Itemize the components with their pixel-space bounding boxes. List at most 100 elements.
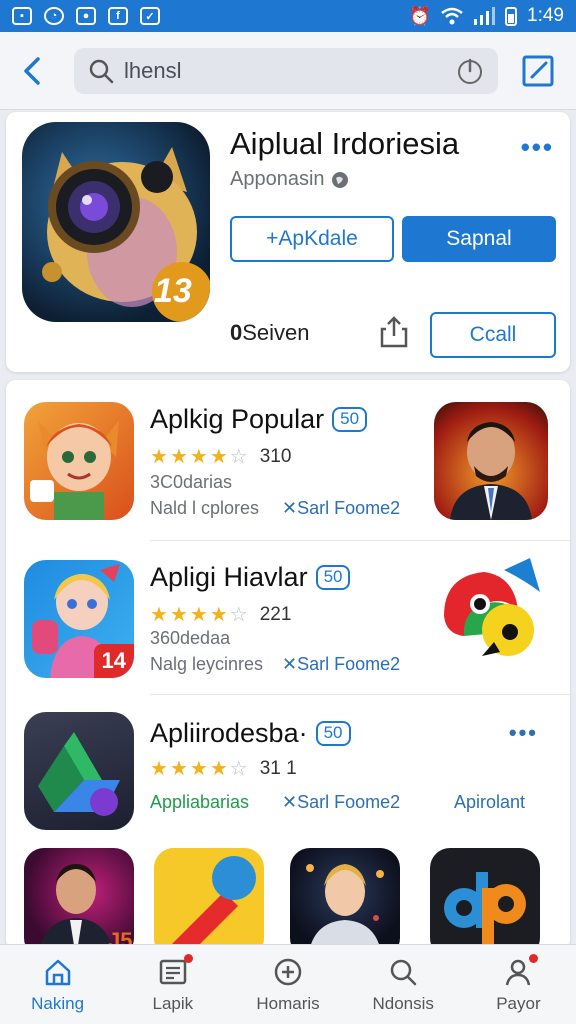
signal-icon [474, 7, 496, 25]
featured-count-label: Seiven [242, 320, 310, 345]
star-icon: ★ [189, 604, 208, 626]
app-icon[interactable] [434, 402, 548, 520]
app-icon[interactable] [430, 848, 540, 950]
featured-primary-button[interactable]: Sapnal [402, 216, 556, 262]
check-icon: ✓ [140, 7, 160, 25]
tab-label: Lapik [152, 993, 194, 1013]
featured-app-icon[interactable]: 13 [22, 122, 210, 322]
app-icon-badge: 14 [93, 644, 134, 678]
rating-value: 310 [259, 445, 292, 467]
notification-dot [183, 953, 193, 963]
app-icon[interactable] [154, 848, 264, 950]
tab-profile[interactable]: Payor [461, 945, 576, 1024]
featured-app-subtitle: Apponasin [230, 168, 349, 191]
news-icon: f [108, 7, 128, 25]
app-meta: 360dedaa [150, 628, 231, 648]
chat-icon: ● [76, 7, 96, 25]
battery-icon [505, 7, 518, 26]
star-icon: ★ [169, 604, 188, 626]
app-badge: 50 [332, 407, 368, 432]
featured-count: 0Seiven [230, 320, 310, 346]
rating-value: 221 [259, 603, 292, 625]
star-icon: ★ [150, 604, 168, 626]
search-icon [390, 959, 417, 985]
recommended-icons-row: J5 [6, 848, 570, 950]
rating-stars: ★ ★ ★ ★ ☆ 310 [150, 444, 291, 469]
list-icon [159, 959, 187, 984]
app-category: Appliabarias [150, 792, 250, 812]
app-icon[interactable]: 14 [24, 560, 134, 678]
app-developer[interactable]: ✕Sarl Foome2 [282, 792, 400, 813]
divider [150, 540, 570, 541]
chevron-left-icon [24, 56, 40, 85]
app-description: Nalg leycinres [150, 654, 264, 674]
more-options-icon[interactable]: ••• [509, 720, 538, 746]
compose-button[interactable] [520, 53, 556, 89]
app-icon[interactable]: J5 [24, 848, 134, 950]
share-icon [380, 316, 408, 348]
globe-icon [331, 171, 348, 188]
tab-add[interactable]: Homaris [230, 945, 345, 1024]
featured-app-title: Aiplual Irdoriesia [230, 126, 460, 161]
app-status-link[interactable]: Apirolant [454, 792, 525, 813]
tab-search[interactable]: Ndonsis [346, 945, 461, 1024]
featured-app-icon-badge: 13 [154, 272, 192, 310]
featured-app-card[interactable]: 13 Aiplual Irdoriesia Apponasin ••• +ApK… [6, 112, 570, 372]
notification-dot [529, 953, 539, 963]
list-item[interactable]: 14 Apligi Hiavlar 50 ★ ★ ★ ★ ☆ 221 360dedaa … [6, 542, 570, 698]
star-icon: ★ [150, 758, 168, 780]
tab-list[interactable]: Lapik [115, 945, 230, 1024]
share-button[interactable] [374, 312, 414, 352]
alarm-clock-icon: ⏰ [408, 5, 432, 26]
star-icon: ★ [209, 758, 228, 780]
list-item[interactable]: Aplkig Popular 50 ★ ★ ★ ★ ☆ 310 3C0darias Na… [6, 380, 570, 536]
more-options-icon[interactable]: ••• [521, 132, 554, 163]
notification-icons: ▪ ◔ ● f ✓ [12, 7, 160, 25]
star-icon: ★ [150, 446, 168, 468]
drive-icon [38, 732, 120, 816]
back-button[interactable] [14, 51, 50, 91]
app-icon[interactable] [434, 556, 548, 674]
app-icon[interactable] [290, 848, 400, 950]
tab-label: Naking [31, 993, 85, 1013]
app-badge: 50 [315, 565, 351, 590]
star-icon: ★ [189, 758, 208, 780]
star-icon: ★ [209, 604, 228, 626]
app-name: Aplkig Popular 50 [150, 404, 368, 435]
app-name: Apliirodesba· 50 [150, 718, 351, 749]
camera-icon: ▪ [12, 7, 32, 25]
alarm-icon: ◔ [44, 7, 64, 25]
star-icon: ★ [169, 446, 188, 468]
app-title: Apligi Hiavlar [150, 562, 308, 592]
app-title: Apliirodesba· [150, 718, 308, 748]
list-item[interactable]: Apliirodesba· 50 ••• ★ ★ ★ ★ ☆ 31 1 Appliaba… [6, 696, 570, 852]
search-input[interactable] [124, 57, 456, 84]
call-button[interactable]: Ccall [430, 312, 556, 358]
star-icon: ★ [169, 758, 188, 780]
star-icon: ★ [189, 446, 208, 468]
featured-secondary-button[interactable]: +ApKdale [230, 216, 394, 262]
star-empty-icon: ☆ [229, 604, 248, 626]
brush-icon [154, 848, 264, 950]
app-title: Aplkig Popular [150, 404, 325, 434]
app-icon[interactable] [24, 712, 134, 830]
search-bar[interactable] [74, 47, 498, 94]
app-meta: 3C0darias [150, 472, 233, 492]
plus-circle-icon [274, 958, 302, 985]
app-list: Aplkig Popular 50 ★ ★ ★ ★ ☆ 310 3C0darias Na… [6, 380, 570, 950]
star-icon: ★ [209, 446, 228, 468]
status-time: 1:49 [527, 5, 564, 26]
app-icon[interactable] [24, 402, 134, 520]
app-name: Apligi Hiavlar 50 [150, 562, 351, 593]
app-developer[interactable]: ✕Sarl Foome2 [282, 654, 400, 675]
rating-stars: ★ ★ ★ ★ ☆ 31 1 [150, 756, 297, 781]
app-developer[interactable]: ✕Sarl Foome2 [282, 498, 400, 519]
microphone-icon[interactable] [456, 57, 484, 85]
rating-value: 31 1 [259, 757, 297, 779]
tab-label: Homaris [256, 993, 320, 1013]
star-empty-icon: ☆ [229, 758, 248, 780]
tab-home[interactable]: Naking [0, 945, 115, 1024]
app-description: Nald l cplores [150, 498, 260, 518]
home-icon [45, 959, 70, 985]
featured-count-number: 0 [230, 320, 243, 345]
